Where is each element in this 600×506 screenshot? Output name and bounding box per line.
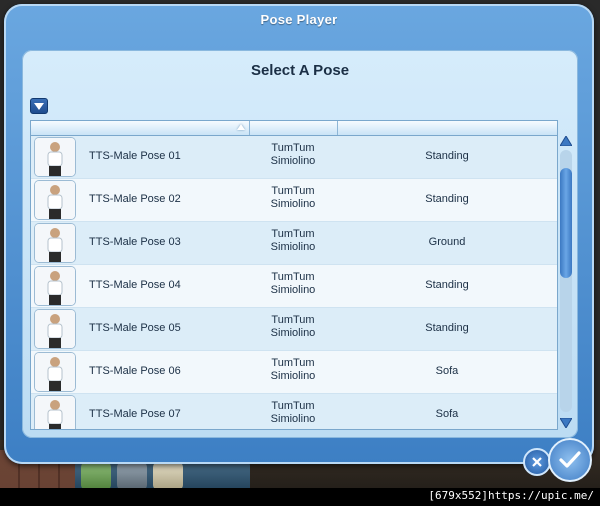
sort-ascending-icon: [237, 124, 245, 130]
pose-player-dialog: Pose Player Select A Pose TTS-Male Pose …: [4, 4, 594, 464]
pose-author: TumTum Simiolino: [249, 400, 337, 426]
pose-name: TTS-Male Pose 04: [89, 279, 181, 291]
pose-author-line-1: TumTum: [271, 357, 315, 369]
scrollbar-thumb[interactable]: [560, 168, 572, 278]
pose-name: TTS-Male Pose 05: [89, 322, 181, 334]
close-icon: [532, 457, 542, 467]
pose-type: Standing: [425, 322, 469, 334]
dialog-title: Pose Player: [260, 12, 338, 27]
pose-author: TumTum Simiolino: [249, 357, 337, 383]
pose-author-line-2: Simiolino: [270, 241, 316, 253]
dropdown-arrow-icon: [34, 102, 44, 110]
pose-thumbnail-icon: [35, 353, 75, 391]
pose-author-line-1: TumTum: [271, 228, 315, 240]
pose-author-line-2: Simiolino: [270, 198, 316, 210]
pose-type: Ground: [428, 236, 466, 248]
game-taskbar: [75, 460, 250, 490]
pose-author: TumTum Simiolino: [249, 314, 337, 340]
pose-author-line-1: TumTum: [271, 400, 315, 412]
pose-author-line-2: Simiolino: [270, 155, 316, 167]
sim-portrait-icon[interactable]: [153, 462, 183, 490]
pose-name: TTS-Male Pose 03: [89, 236, 181, 248]
pose-name: TTS-Male Pose 07: [89, 408, 181, 420]
pose-author-line-1: TumTum: [271, 185, 315, 197]
pose-type: Sofa: [435, 365, 459, 377]
pose-thumbnail-icon: [35, 396, 75, 429]
pose-type: Standing: [425, 193, 469, 205]
pose-name: TTS-Male Pose 02: [89, 193, 181, 205]
column-header-name[interactable]: [31, 121, 250, 135]
panel-title: Select A Pose: [250, 62, 350, 79]
pose-thumbnail-icon: [35, 181, 75, 219]
watermark-text: [679x552]https://upic.me/: [428, 489, 594, 502]
pose-type: Sofa: [435, 408, 459, 420]
pose-author: TumTum Simiolino: [249, 185, 337, 211]
pose-author: TumTum Simiolino: [249, 271, 337, 297]
table-row[interactable]: TTS-Male Pose 07 TumTum Simiolino Sofa: [31, 394, 557, 429]
filter-dropdown-button[interactable]: [30, 98, 48, 114]
table-row[interactable]: TTS-Male Pose 01 TumTum Simiolino Standing: [31, 136, 557, 179]
table-row[interactable]: TTS-Male Pose 02 TumTum Simiolino Standing: [31, 179, 557, 222]
pose-author-line-1: TumTum: [271, 271, 315, 283]
table-rows: TTS-Male Pose 01 TumTum Simiolino Standing T…: [31, 136, 557, 429]
table-row[interactable]: TTS-Male Pose 03 TumTum Simiolino Ground: [31, 222, 557, 265]
table-row[interactable]: TTS-Male Pose 05 TumTum Simiolino Standing: [31, 308, 557, 351]
scroll-up-arrow-icon[interactable]: [560, 136, 572, 146]
sim-portrait-icon[interactable]: [117, 462, 147, 490]
pose-author-line-2: Simiolino: [270, 327, 316, 339]
pose-author-line-2: Simiolino: [270, 284, 316, 296]
confirm-button[interactable]: [548, 438, 592, 482]
pose-name: TTS-Male Pose 01: [89, 150, 181, 162]
sim-portrait-icon[interactable]: [81, 462, 111, 490]
pose-author-line-1: TumTum: [271, 314, 315, 326]
table-header: [31, 121, 557, 136]
pose-thumbnail-icon: [35, 138, 75, 176]
pose-type: Standing: [425, 279, 469, 291]
pose-thumbnail-icon: [35, 310, 75, 348]
column-header-type[interactable]: [337, 121, 557, 135]
cancel-button[interactable]: [523, 448, 551, 476]
pose-author-line-2: Simiolino: [270, 370, 316, 382]
table-row[interactable]: TTS-Male Pose 04 TumTum Simiolino Standing: [31, 265, 557, 308]
pose-author: TumTum Simiolino: [249, 142, 337, 168]
column-header-author[interactable]: [249, 121, 338, 135]
pose-thumbnail-icon: [35, 224, 75, 262]
pose-author-line-1: TumTum: [271, 142, 315, 154]
pose-name: TTS-Male Pose 06: [89, 365, 181, 377]
pose-table: TTS-Male Pose 01 TumTum Simiolino Standing T…: [30, 120, 558, 430]
pose-author: TumTum Simiolino: [249, 228, 337, 254]
pose-thumbnail-icon: [35, 267, 75, 305]
pose-author-line-2: Simiolino: [270, 413, 316, 425]
table-row[interactable]: TTS-Male Pose 06 TumTum Simiolino Sofa: [31, 351, 557, 394]
checkmark-icon: [559, 451, 581, 468]
pose-list-panel: Select A Pose TTS-Male Pose 01 TumTum Simi…: [22, 50, 578, 438]
scroll-down-arrow-icon[interactable]: [560, 418, 572, 428]
pose-type: Standing: [425, 150, 469, 162]
